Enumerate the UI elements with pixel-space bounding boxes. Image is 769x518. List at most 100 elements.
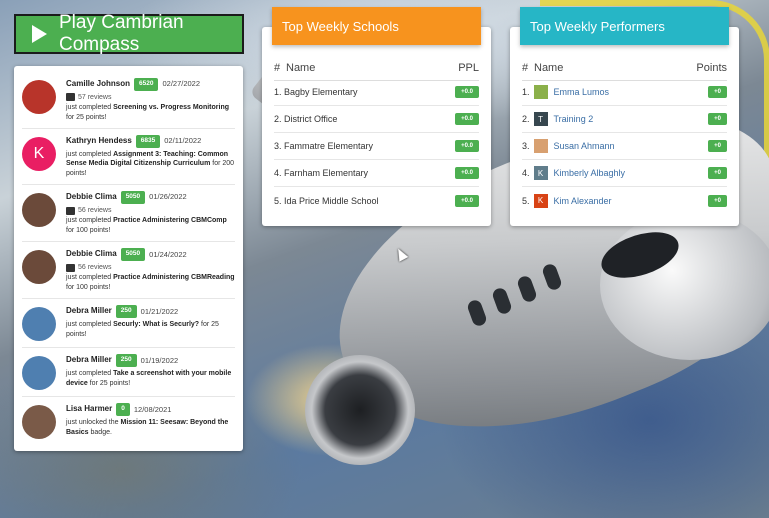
- performer-name-link[interactable]: Kimberly Albaghly: [554, 168, 626, 178]
- performer-name-link[interactable]: Training 2: [554, 114, 594, 124]
- activity-mid: for: [66, 283, 77, 291]
- activity-description: just completed Screening vs. Progress Mo…: [66, 103, 235, 122]
- activity-prefix: just unlocked the: [66, 419, 121, 427]
- review-icon: [66, 206, 75, 215]
- user-name[interactable]: Debra Miller: [66, 306, 112, 317]
- school-row[interactable]: 4. Farnham Elementary +0.0: [274, 160, 479, 187]
- feed-item-text: Debra Miller 250 01/19/2022 just completed …: [66, 354, 235, 390]
- performer-row[interactable]: 1. Emma Lumos +0: [522, 79, 727, 106]
- activity-prefix: just completed: [66, 217, 114, 225]
- performers-panel-title: Top Weekly Performers: [530, 18, 665, 34]
- top-weekly-performers-panel: Top Weekly Performers # Name Points 1. Em…: [510, 7, 739, 226]
- performer-row[interactable]: 2. T Training 2 +0: [522, 106, 727, 133]
- activity-description: just completed Practice Administering CB…: [66, 273, 235, 292]
- activity-date: 01/26/2022: [149, 192, 187, 202]
- ppl-badge: +0.0: [455, 194, 479, 207]
- performer-name-link[interactable]: Susan Ahmann: [554, 141, 615, 151]
- performer-row[interactable]: 3. Susan Ahmann +0: [522, 133, 727, 160]
- user-name[interactable]: Lisa Harmer: [66, 404, 112, 415]
- activity-date: 01/21/2022: [140, 306, 179, 316]
- activity-description: just completed Take a screenshot with yo…: [66, 369, 235, 388]
- avatar[interactable]: [22, 356, 56, 391]
- performer-rank: 2.: [522, 114, 530, 124]
- avatar[interactable]: [22, 80, 56, 114]
- jet-nose: [600, 210, 769, 360]
- activity-points: 100 points!: [76, 226, 111, 234]
- activity-date: 01/19/2022: [140, 355, 179, 365]
- reviews-count: 56 reviews: [66, 206, 235, 215]
- performer-name-link[interactable]: Emma Lumos: [554, 87, 610, 97]
- school-row[interactable]: 2. District Office +0.0: [274, 106, 479, 133]
- performer-avatar: K: [533, 166, 548, 180]
- activity-prefix: just completed: [66, 150, 114, 158]
- performer-rank: 3.: [522, 141, 530, 151]
- avatar[interactable]: [22, 250, 56, 285]
- performer-row[interactable]: 5. K Kim Alexander +0: [522, 187, 727, 214]
- feed-item-top: Debra Miller 250 01/21/2022: [66, 305, 235, 319]
- feed-item-top: Kathryn Hendess 6835 02/11/2022: [66, 135, 235, 148]
- jet-engine: [305, 355, 415, 465]
- school-row[interactable]: 1. Bagby Elementary +0.0: [274, 79, 479, 106]
- score-badge: 6520: [134, 78, 159, 91]
- performers-table-header: # Name Points: [522, 55, 727, 81]
- user-name[interactable]: Debbie Clima: [66, 192, 117, 203]
- activity-points: 25 points!: [76, 113, 107, 121]
- feed-item-top: Debbie Clima 5050 01/24/2022: [66, 248, 235, 261]
- play-button-label: Play Cambrian Compass: [59, 12, 184, 55]
- points-badge: +0: [708, 194, 727, 207]
- school-name: 2. District Office: [274, 114, 338, 124]
- performers-panel-header: Top Weekly Performers: [520, 7, 729, 45]
- avatar[interactable]: [22, 193, 56, 228]
- activity-mid: for: [66, 226, 77, 234]
- feed-item-top: Debbie Clima 5050 01/26/2022: [66, 191, 235, 204]
- user-name[interactable]: Debbie Clima: [66, 249, 117, 260]
- activity-mid: for: [210, 160, 223, 168]
- points-badge: +0: [708, 140, 727, 152]
- ppl-badge: +0.0: [455, 140, 479, 152]
- reviews-label: 56 reviews: [78, 264, 112, 271]
- feed-item-top: Camille Johnson 6520 02/27/2022: [66, 78, 235, 91]
- col-name: Name: [286, 61, 316, 74]
- activity-description: just completed Assignment 3: Teaching: C…: [66, 150, 235, 178]
- performer-cell: 5. K Kim Alexander: [522, 193, 708, 208]
- performer-avatar: [533, 85, 548, 99]
- col-hash: #: [274, 61, 281, 74]
- top-weekly-schools-panel: Top Weekly Schools # Name PPL 1. Bagby E…: [262, 7, 491, 226]
- user-name[interactable]: Kathryn Hendess: [66, 136, 132, 147]
- school-name: 5. Ida Price Middle School: [274, 195, 379, 206]
- play-cambrian-compass-button[interactable]: Play Cambrian Compass: [14, 12, 244, 55]
- performers-table: 1. Emma Lumos +0 2. T Training 2 +0 3. Susan Ahm…: [522, 79, 727, 214]
- reviews-count: 57 reviews: [66, 93, 235, 102]
- school-row[interactable]: 5. Ida Price Middle School +0.0: [274, 187, 479, 214]
- review-icon: [66, 263, 75, 272]
- points-badge: +0: [708, 167, 727, 179]
- performer-row[interactable]: 4. K Kimberly Albaghly +0: [522, 160, 727, 187]
- school-name: 1. Bagby Elementary: [274, 87, 358, 97]
- ppl-badge: +0.0: [455, 167, 479, 179]
- user-name[interactable]: Debra Miller: [66, 355, 112, 366]
- avatar[interactable]: K: [22, 137, 56, 172]
- avatar[interactable]: [22, 307, 56, 342]
- feed-item-top: Debra Miller 250 01/19/2022: [66, 354, 235, 368]
- activity-prefix: just completed: [66, 370, 114, 378]
- schools-panel-header: Top Weekly Schools: [272, 7, 481, 45]
- score-badge: 5050: [120, 191, 146, 204]
- avatar[interactable]: [22, 405, 56, 440]
- feed-item: K Kathryn Hendess 6835 02/11/2022 just compl…: [22, 129, 235, 186]
- feed-item-text: Debra Miller 250 01/21/2022 just completed …: [66, 305, 235, 341]
- school-row[interactable]: 3. Fammatre Elementary +0.0: [274, 133, 479, 160]
- activity-mid: for: [66, 113, 77, 121]
- activity-mid: for: [87, 379, 100, 387]
- feed-item: Debbie Clima 5050 01/26/2022 56 reviews just…: [22, 185, 235, 243]
- activity-points: 25 points!: [99, 379, 131, 387]
- user-name[interactable]: Camille Johnson: [66, 79, 130, 90]
- schools-panel-title: Top Weekly Schools: [282, 18, 399, 34]
- score-badge: 6835: [135, 135, 161, 148]
- performer-name-link[interactable]: Kim Alexander: [554, 196, 612, 206]
- performer-avatar: K: [533, 193, 548, 208]
- feed-item: Debra Miller 250 01/19/2022 just completed …: [22, 348, 235, 398]
- activity-prefix: just completed: [66, 321, 114, 329]
- activity-description: just completed Practice Administering CB…: [66, 216, 235, 235]
- score-badge: 5050: [120, 248, 146, 261]
- points-badge: +0: [708, 113, 727, 125]
